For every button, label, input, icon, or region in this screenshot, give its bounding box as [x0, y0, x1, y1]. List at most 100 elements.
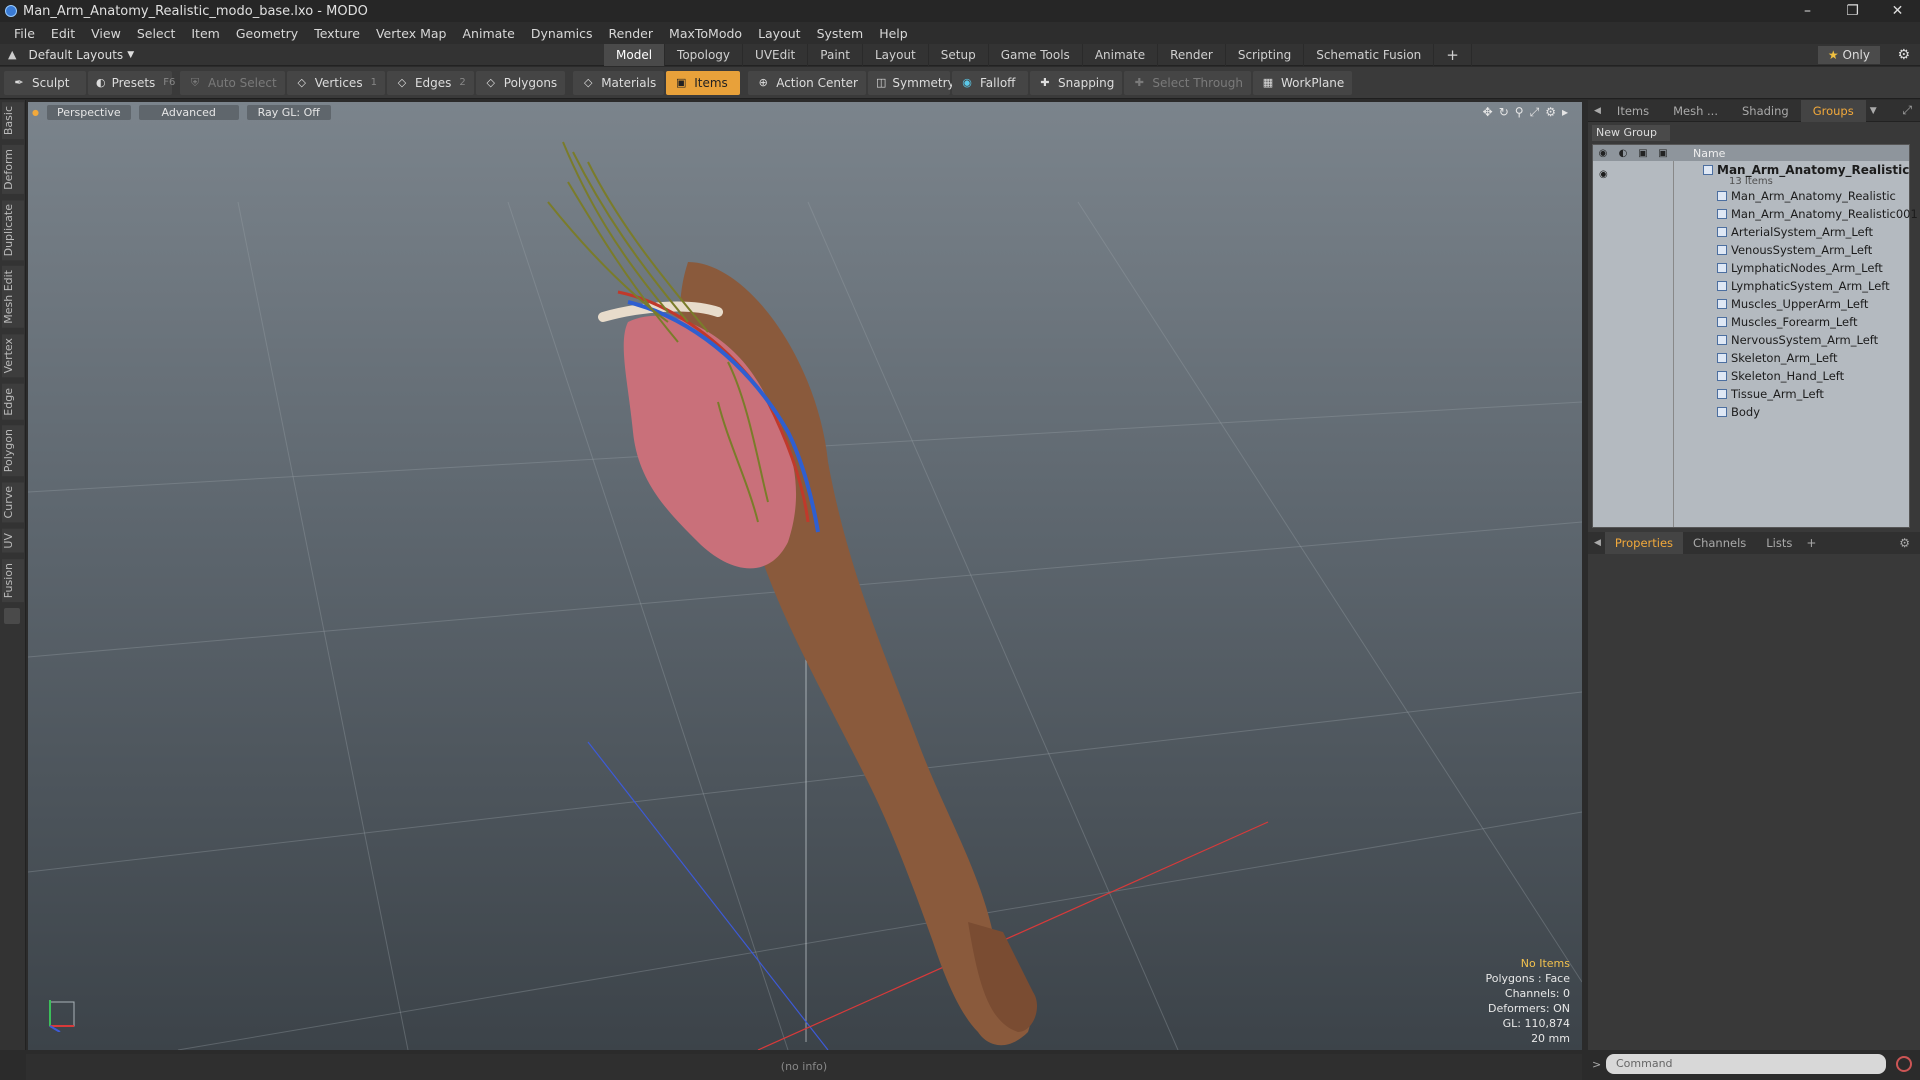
vtab-mesh-edit[interactable]: Mesh Edit — [2, 266, 24, 329]
tree-item[interactable]: Skeleton_Arm_Left — [1593, 349, 1909, 367]
restore-icon[interactable]: ❐ — [1830, 0, 1875, 22]
prop-gear-icon[interactable]: ⚙ — [1899, 536, 1910, 550]
vtab-vertex[interactable]: Vertex — [2, 334, 24, 378]
new-group-button[interactable]: New Group — [1592, 125, 1670, 141]
tab-animate[interactable]: Animate — [1083, 44, 1159, 66]
minimize-icon[interactable]: – — [1785, 0, 1830, 22]
menu-view[interactable]: View — [89, 26, 123, 41]
snapping-button[interactable]: ✚ Snapping — [1030, 70, 1123, 95]
menu-edit[interactable]: Edit — [49, 26, 77, 41]
tab-groups[interactable]: Groups — [1800, 99, 1866, 122]
select-through-button[interactable]: ✚ Select Through — [1124, 70, 1251, 95]
menu-help[interactable]: Help — [877, 26, 910, 41]
tree-item[interactable]: Man_Arm_Anatomy_Realistic001 — [1593, 205, 1918, 223]
menu-file[interactable]: File — [12, 26, 37, 41]
expand-panel-icon[interactable]: ⤢ — [1902, 103, 1912, 118]
tab-render[interactable]: Render — [1158, 44, 1226, 66]
close-icon[interactable]: ✕ — [1875, 0, 1920, 22]
group-eye-icon[interactable]: ◉ — [1599, 169, 1608, 180]
tab-channels[interactable]: Channels — [1683, 532, 1756, 554]
menu-vertex-map[interactable]: Vertex Map — [374, 26, 449, 41]
tree-item[interactable]: Man_Arm_Anatomy_Realistic — [1593, 187, 1909, 205]
tab-game-tools[interactable]: Game Tools — [989, 44, 1083, 66]
layout-dropdown[interactable]: Default Layouts ▼ — [28, 48, 134, 62]
tree-item[interactable]: Muscles_Forearm_Left — [1593, 313, 1909, 331]
group-row[interactable]: ◉ Man_Arm_Anatomy_Realistic 13 Items — [1593, 161, 1909, 187]
add-tab-icon[interactable]: + — [1434, 44, 1472, 66]
tab-uvedit[interactable]: UVEdit — [743, 44, 809, 66]
gear-icon[interactable]: ⚙ — [1897, 47, 1910, 63]
viewport-collapse-icon[interactable]: ● — [32, 108, 39, 117]
tree-item[interactable]: LymphaticSystem_Arm_Left — [1593, 277, 1909, 295]
tree-item[interactable]: ArterialSystem_Arm_Left — [1593, 223, 1909, 241]
panel-menu-icon[interactable]: ◀ — [1594, 106, 1601, 116]
action-center-button[interactable]: ⊕ Action Center — [748, 70, 866, 95]
tree-item[interactable]: Tissue_Arm_Left — [1593, 385, 1909, 403]
tree-item[interactable]: Skeleton_Hand_Left — [1593, 367, 1909, 385]
view-type-dropdown[interactable]: Perspective — [46, 104, 131, 120]
tab-setup[interactable]: Setup — [929, 44, 989, 66]
tab-paint[interactable]: Paint — [808, 44, 863, 66]
menu-animate[interactable]: Animate — [461, 26, 517, 41]
tab-items[interactable]: Items — [1605, 100, 1661, 122]
tab-lists[interactable]: Lists — [1756, 532, 1802, 554]
viewport-settings-icon[interactable]: ⚙ — [1545, 105, 1556, 120]
raygl-toggle[interactable]: Ray GL: Off — [246, 104, 331, 120]
visibility-eye-icon[interactable]: ◉ — [1593, 148, 1613, 159]
tab-mesh[interactable]: Mesh ... — [1661, 100, 1730, 122]
3d-viewport[interactable]: ● Perspective Advanced Ray GL: Off ✥ ↻ ⚲… — [28, 102, 1582, 1050]
vtab-basic[interactable]: Basic — [2, 102, 24, 140]
workplane-button[interactable]: ▦ WorkPlane — [1252, 70, 1353, 95]
tab-properties[interactable]: Properties — [1604, 532, 1684, 554]
zoom-icon[interactable]: ⚲ — [1515, 105, 1524, 120]
viewport-menu-icon[interactable]: ▸ — [1562, 105, 1568, 120]
menu-system[interactable]: System — [815, 26, 866, 41]
tab-layout[interactable]: Layout — [863, 44, 929, 66]
falloff-button[interactable]: ◉ Falloff — [952, 70, 1028, 95]
tab-shading[interactable]: Shading — [1730, 100, 1801, 122]
render-toggle-icon[interactable]: ◐ — [1613, 148, 1633, 159]
lock-icon[interactable]: ▣ — [1633, 148, 1653, 159]
tab-scripting[interactable]: Scripting — [1226, 44, 1305, 66]
sculpt-button[interactable]: ✒ Sculpt — [4, 70, 86, 95]
command-input[interactable]: Command — [1606, 1054, 1886, 1074]
command-history-icon[interactable] — [1896, 1056, 1912, 1072]
items-button[interactable]: ▣ Items — [666, 70, 741, 95]
vtab-fusion[interactable]: Fusion — [2, 558, 24, 602]
select-toggle-icon[interactable]: ▣ — [1653, 148, 1673, 159]
only-toggle-button[interactable]: ★ Only — [1817, 46, 1880, 64]
tree-item[interactable]: VenousSystem_Arm_Left — [1593, 241, 1909, 259]
tabs-chevron-down-icon[interactable]: ▼ — [1870, 106, 1877, 116]
shading-dropdown[interactable]: Advanced — [138, 104, 239, 120]
tree-item[interactable]: Body — [1593, 403, 1909, 421]
menu-maxtomodo[interactable]: MaxToModo — [667, 26, 744, 41]
pan-icon[interactable]: ✥ — [1483, 105, 1493, 120]
vtab-polygon[interactable]: Polygon — [2, 425, 24, 477]
menu-geometry[interactable]: Geometry — [234, 26, 300, 41]
edges-button[interactable]: ◇ Edges 2 — [386, 70, 474, 95]
tree-item[interactable]: LymphaticNodes_Arm_Left — [1593, 259, 1909, 277]
vtab-deform[interactable]: Deform — [2, 145, 24, 195]
tab-topology[interactable]: Topology — [665, 44, 744, 66]
rotate-icon[interactable]: ↻ — [1499, 105, 1509, 120]
vtab-duplicate[interactable]: Duplicate — [2, 200, 24, 261]
prop-menu-icon[interactable]: ◀ — [1594, 538, 1601, 548]
add-prop-tab-icon[interactable]: + — [1806, 536, 1816, 550]
fit-icon[interactable]: ⤢ — [1530, 105, 1540, 120]
tree-item[interactable]: NervousSystem_Arm_Left — [1593, 331, 1909, 349]
menu-render[interactable]: Render — [607, 26, 656, 41]
vtab-curve[interactable]: Curve — [2, 482, 24, 523]
menu-dynamics[interactable]: Dynamics — [529, 26, 595, 41]
layout-toggle-icon[interactable]: ▲ — [8, 48, 16, 61]
menu-item[interactable]: Item — [189, 26, 221, 41]
name-column-header[interactable]: Name — [1693, 147, 1725, 160]
auto-select-button[interactable]: ⛨ Auto Select — [180, 70, 285, 95]
vtab-edge[interactable]: Edge — [2, 383, 24, 420]
vtab-uv[interactable]: UV — [2, 528, 24, 553]
tab-model[interactable]: Model — [604, 44, 666, 66]
vertices-button[interactable]: ◇ Vertices 1 — [286, 70, 385, 95]
polygons-button[interactable]: ◇ Polygons — [475, 70, 566, 95]
tab-schematic-fusion[interactable]: Schematic Fusion — [1304, 44, 1435, 66]
menu-layout[interactable]: Layout — [756, 26, 803, 41]
panel-toggle-icon[interactable] — [4, 607, 20, 624]
